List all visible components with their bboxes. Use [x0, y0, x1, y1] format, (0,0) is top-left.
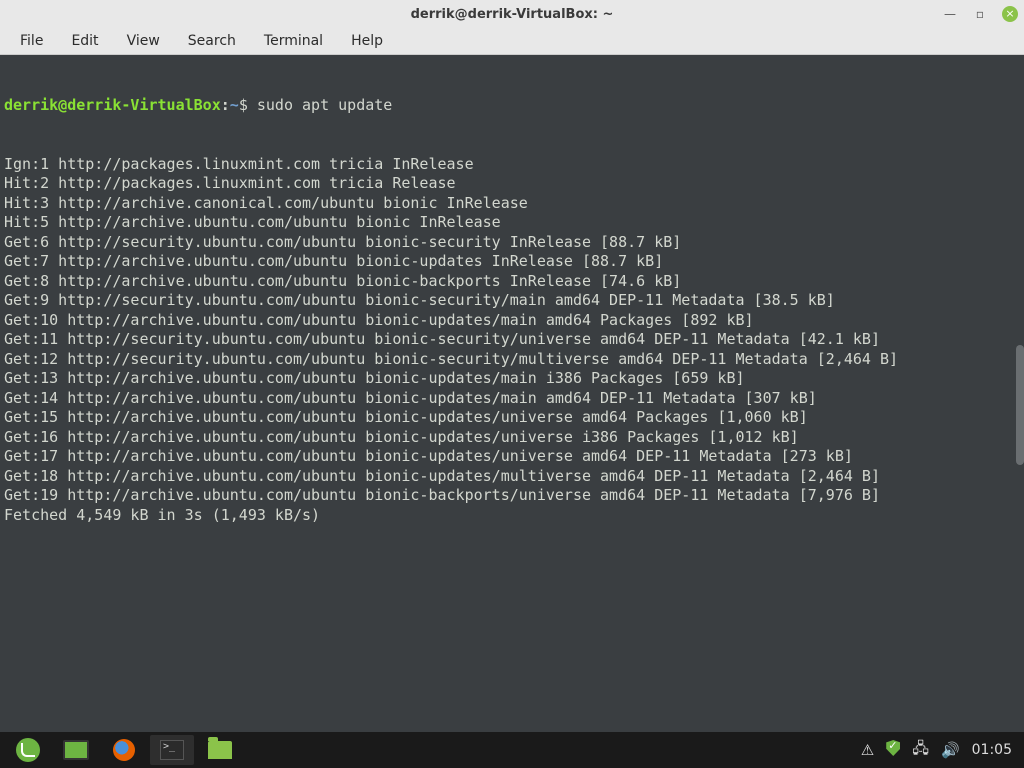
output-line: Get:10 http://archive.ubuntu.com/ubuntu …	[4, 311, 1020, 331]
output-line: Get:18 http://archive.ubuntu.com/ubuntu …	[4, 467, 1020, 487]
prompt-path: ~	[230, 96, 239, 114]
prompt-sigil: $	[239, 96, 248, 114]
system-tray: ⚠ 🖧 🔊 01:05	[861, 738, 1018, 763]
menu-file[interactable]: File	[6, 29, 57, 53]
menu-view[interactable]: View	[113, 29, 174, 53]
output-line: Get:15 http://archive.ubuntu.com/ubuntu …	[4, 408, 1020, 428]
output-line: Hit:3 http://archive.canonical.com/ubunt…	[4, 194, 1020, 214]
maximize-button[interactable]: ▫	[972, 6, 988, 22]
window-title: derrik@derrik-VirtualBox: ~	[411, 7, 614, 22]
minimize-button[interactable]: —	[942, 6, 958, 22]
entered-command: sudo apt update	[257, 96, 392, 114]
output-line: Get:12 http://security.ubuntu.com/ubuntu…	[4, 350, 1020, 370]
taskbar: ⚠ 🖧 🔊 01:05	[0, 732, 1024, 768]
terminal-icon	[160, 740, 184, 760]
output-line: Get:14 http://archive.ubuntu.com/ubuntu …	[4, 389, 1020, 409]
titlebar[interactable]: derrik@derrik-VirtualBox: ~ — ▫ ×	[0, 0, 1024, 28]
desktop-icon	[63, 740, 89, 760]
menu-help[interactable]: Help	[337, 29, 397, 53]
output-line: Hit:2 http://packages.linuxmint.com tric…	[4, 174, 1020, 194]
scrollbar-thumb[interactable]	[1016, 345, 1024, 465]
show-desktop-button[interactable]	[54, 735, 98, 765]
folder-icon	[208, 741, 232, 759]
firefox-icon	[113, 739, 135, 761]
prompt-user-host: derrik@derrik-VirtualBox	[4, 96, 221, 114]
clock[interactable]: 01:05	[972, 742, 1012, 758]
files-launcher[interactable]	[198, 735, 242, 765]
update-shield-icon[interactable]	[886, 740, 900, 760]
output-line: Get:16 http://archive.ubuntu.com/ubuntu …	[4, 428, 1020, 448]
output-line: Ign:1 http://packages.linuxmint.com tric…	[4, 155, 1020, 175]
menu-search[interactable]: Search	[174, 29, 250, 53]
firefox-launcher[interactable]	[102, 735, 146, 765]
warning-icon[interactable]: ⚠	[861, 741, 874, 759]
output-line: Get:19 http://archive.ubuntu.com/ubuntu …	[4, 486, 1020, 506]
output-line: Get:11 http://security.ubuntu.com/ubuntu…	[4, 330, 1020, 350]
menu-button[interactable]	[6, 735, 50, 765]
output-line: Get:6 http://security.ubuntu.com/ubuntu …	[4, 233, 1020, 253]
menu-terminal[interactable]: Terminal	[250, 29, 337, 53]
network-icon[interactable]: 🖧	[912, 738, 929, 763]
mint-logo-icon	[16, 738, 40, 762]
terminal-window: derrik@derrik-VirtualBox: ~ — ▫ × File E…	[0, 0, 1024, 732]
prompt-line: derrik@derrik-VirtualBox:~$ sudo apt upd…	[4, 96, 1020, 116]
terminal-launcher[interactable]	[150, 735, 194, 765]
menubar: File Edit View Search Terminal Help	[0, 28, 1024, 55]
output-line: Fetched 4,549 kB in 3s (1,493 kB/s)	[4, 506, 1020, 526]
output-line: Get:7 http://archive.ubuntu.com/ubuntu b…	[4, 252, 1020, 272]
volume-icon[interactable]: 🔊	[941, 741, 960, 759]
output-line: Get:17 http://archive.ubuntu.com/ubuntu …	[4, 447, 1020, 467]
close-button[interactable]: ×	[1002, 6, 1018, 22]
output-line: Get:8 http://archive.ubuntu.com/ubuntu b…	[4, 272, 1020, 292]
output-line: Get:13 http://archive.ubuntu.com/ubuntu …	[4, 369, 1020, 389]
taskbar-left	[6, 735, 242, 765]
terminal-viewport[interactable]: derrik@derrik-VirtualBox:~$ sudo apt upd…	[0, 55, 1024, 732]
output-line: Hit:5 http://archive.ubuntu.com/ubuntu b…	[4, 213, 1020, 233]
window-controls: — ▫ ×	[942, 0, 1018, 28]
terminal-output: Ign:1 http://packages.linuxmint.com tric…	[4, 155, 1020, 526]
output-line: Get:9 http://security.ubuntu.com/ubuntu …	[4, 291, 1020, 311]
prompt-colon: :	[221, 96, 230, 114]
menu-edit[interactable]: Edit	[57, 29, 112, 53]
